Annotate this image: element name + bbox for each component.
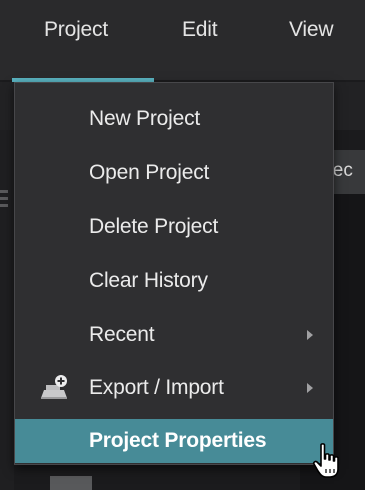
- menu-item-label: Clear History: [89, 269, 208, 292]
- left-panel: [0, 130, 14, 490]
- menu-item-label: Open Project: [89, 161, 210, 184]
- menu-view[interactable]: View: [289, 18, 334, 42]
- submenu-arrow-icon: [307, 383, 313, 393]
- bottom-tab[interactable]: [50, 476, 92, 490]
- menu-item-open-project[interactable]: Open Project: [15, 151, 333, 195]
- menu-item-label: Delete Project: [89, 215, 219, 238]
- submenu-arrow-icon: [307, 330, 313, 340]
- menu-item-project-properties[interactable]: Project Properties: [15, 419, 333, 463]
- menu-item-new-project[interactable]: New Project: [15, 97, 333, 141]
- menu-item-label: Recent: [89, 323, 155, 346]
- hand-pointer-icon: [312, 443, 339, 478]
- menu-edit[interactable]: Edit: [182, 18, 218, 42]
- menu-item-clear-history[interactable]: Clear History: [15, 259, 333, 303]
- menubar: Project Edit View: [0, 0, 365, 82]
- menu-item-label: Project Properties: [89, 429, 267, 452]
- menu-project[interactable]: Project: [44, 18, 108, 42]
- menu-item-delete-project[interactable]: Delete Project: [15, 205, 333, 249]
- menu-item-label: New Project: [89, 107, 201, 130]
- panel-grip-handle[interactable]: [0, 190, 9, 220]
- menu-item-export-import[interactable]: Export / Import: [15, 366, 333, 410]
- menu-item-recent[interactable]: Recent: [15, 313, 333, 357]
- project-dropdown-menu: New Project Open Project Delete Project …: [14, 82, 334, 465]
- export-import-icon: [41, 375, 67, 399]
- menu-item-label: Export / Import: [89, 376, 224, 399]
